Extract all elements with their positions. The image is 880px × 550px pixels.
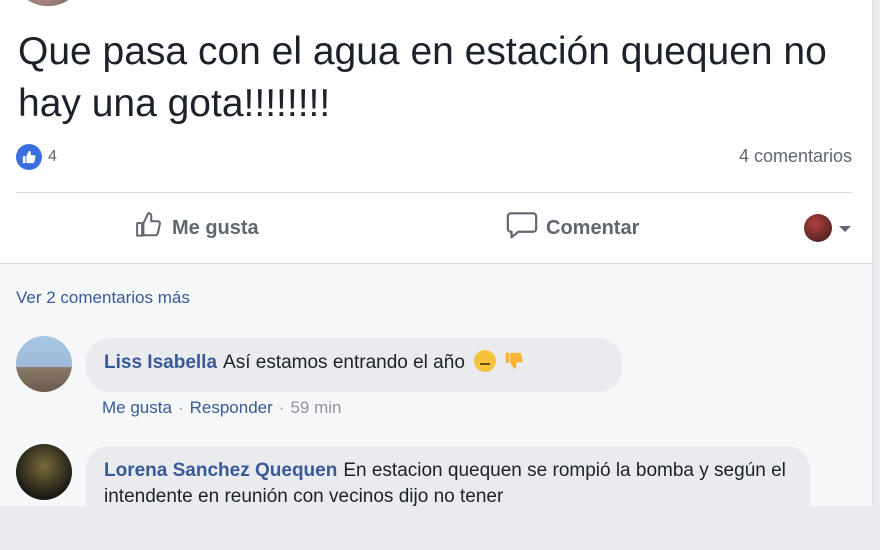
divider xyxy=(16,192,852,193)
like-button[interactable]: Me gusta xyxy=(134,205,259,251)
commenter-avatar[interactable] xyxy=(16,444,72,500)
view-more-comments-link[interactable]: Ver 2 comentarios más xyxy=(16,288,190,308)
author-avatar[interactable] xyxy=(18,0,78,6)
speech-bubble-icon xyxy=(506,210,538,246)
thumbs-up-icon xyxy=(134,210,164,246)
comment-author-link[interactable]: Lorena Sanchez Quequen xyxy=(104,460,337,481)
comment-timestamp[interactable]: 59 min xyxy=(290,398,341,417)
comment-meta: Me gusta · Responder · 59 min xyxy=(102,398,341,418)
expressionless-face-icon xyxy=(474,350,497,372)
comment-author-link[interactable]: Liss Isabella xyxy=(104,352,217,373)
chevron-down-icon xyxy=(838,217,852,240)
comment-reply-link[interactable]: Responder xyxy=(190,398,273,417)
like-reaction-icon xyxy=(16,144,42,170)
separator: · xyxy=(278,398,285,417)
avatar xyxy=(804,214,832,242)
reactions-summary[interactable]: 4 xyxy=(16,144,57,170)
separator: · xyxy=(177,398,184,417)
comment-like-link[interactable]: Me gusta xyxy=(102,398,172,417)
comment-bubble: Liss Isabella Así estamos entrando el año xyxy=(86,338,622,392)
comment-button[interactable]: Comentar xyxy=(506,205,639,251)
post-text: Que pasa con el agua en estación quequen… xyxy=(18,30,827,125)
post-actions-bar: Me gusta Comentar xyxy=(16,205,852,251)
comment-count-link[interactable]: 4 comentarios xyxy=(739,146,852,167)
comment-text: Así estamos entrando el año xyxy=(223,352,465,373)
commenter-avatar[interactable] xyxy=(16,336,72,392)
comment-button-label: Comentar xyxy=(546,216,640,239)
reaction-count: 4 xyxy=(48,148,57,165)
like-button-label: Me gusta xyxy=(172,216,259,239)
reaction-profile-selector[interactable] xyxy=(804,205,852,251)
post-card: Que pasa con el agua en estación quequen… xyxy=(0,0,873,550)
comment-bubble: Lorena Sanchez Quequen En estacion queque… xyxy=(86,446,810,550)
thumbs-down-icon xyxy=(503,350,525,380)
